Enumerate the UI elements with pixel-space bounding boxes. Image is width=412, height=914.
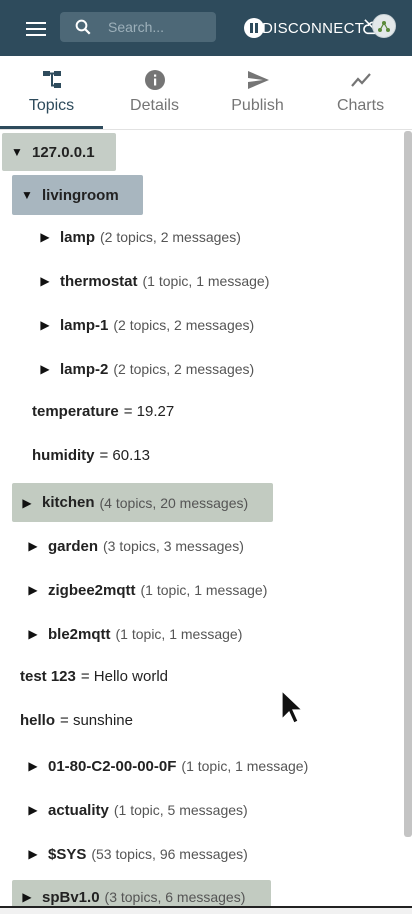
expand-arrow-icon[interactable]: ▶ [18,759,48,773]
node-name: lamp [60,228,96,246]
tree-node-hello[interactable]: hello = sunshine [20,700,133,740]
send-icon [248,71,269,89]
tree-node-lamp-2[interactable]: ▶ lamp-2 (2 topics, 2 messages) [30,349,254,389]
node-meta: (2 topics, 2 messages) [100,229,241,245]
tree-node-humidity[interactable]: humidity = 60.13 [32,435,150,475]
node-name: garden [48,537,99,555]
pause-icon [244,18,264,38]
search-icon [75,19,91,35]
avatar[interactable] [372,14,396,38]
node-meta: (2 topics, 2 messages) [113,361,255,377]
disconnect-label: DISCONNECT [262,19,365,37]
node-name: lamp-2 [60,360,109,378]
info-icon [145,70,165,90]
node-meta: (53 topics, 96 messages) [91,846,248,862]
expand-arrow-icon[interactable]: ▶ [18,583,48,597]
mouse-cursor-icon [281,690,304,724]
chart-line-icon [351,73,371,87]
node-value: = 19.27 [123,402,175,420]
node-value: = Hello world [80,667,168,685]
tree-node-garden[interactable]: ▶ garden (3 topics, 3 messages) [18,526,244,566]
expand-arrow-icon[interactable]: ▶ [12,890,42,904]
node-meta: (1 topic, 1 message) [142,273,270,289]
tree-node-temperature[interactable]: temperature = 19.27 [32,391,174,431]
node-meta: (4 topics, 20 messages) [99,494,249,511]
tab-indicator [0,126,103,129]
tab-details-label: Details [130,97,179,114]
node-name: livingroom [42,186,119,204]
tab-details[interactable]: Details [103,56,206,129]
app-bar: DISCONNECT [0,0,412,56]
search-box[interactable] [60,12,216,42]
tab-topics[interactable]: Topics [0,56,103,129]
node-name: humidity [32,446,95,464]
node-name: ble2mqtt [48,625,111,643]
tree-node-actuality[interactable]: ▶ actuality (1 topic, 5 messages) [18,790,248,830]
node-meta: (2 topics, 2 messages) [113,317,255,333]
expand-arrow-icon[interactable]: ▼ [2,145,32,159]
search-input[interactable] [108,17,208,37]
node-name: spBv1.0 [42,888,100,906]
network-icon [378,21,390,32]
topics-tree-icon [43,71,61,88]
scrollbar[interactable] [404,131,412,837]
tree-node-127-0-0-1[interactable]: ▼ 127.0.0.1 [2,133,116,171]
node-name: thermostat [60,272,138,290]
tree-node-lamp[interactable]: ▶ lamp (2 topics, 2 messages) [30,217,241,257]
tab-publish-label: Publish [231,97,284,114]
node-value: = 60.13 [99,446,150,464]
node-meta: (1 topic, 1 message) [140,582,268,598]
node-meta: (1 topic, 1 message) [115,626,243,642]
expand-arrow-icon[interactable]: ▶ [30,318,60,332]
tree-node-kitchen[interactable]: ▶ kitchen (4 topics, 20 messages) [12,483,273,522]
expand-arrow-icon[interactable]: ▼ [12,188,42,202]
node-name: 01-80-C2-00-00-0F [48,757,177,775]
tree-node-livingroom[interactable]: ▼ livingroom [12,175,143,215]
node-meta: (1 topic, 1 message) [181,758,309,774]
node-name: zigbee2mqtt [48,581,136,599]
tree-node-test-123[interactable]: test 123 = Hello world [20,656,168,696]
expand-arrow-icon[interactable]: ▶ [12,496,42,510]
tab-publish[interactable]: Publish [206,56,309,129]
node-name: lamp-1 [60,316,109,334]
node-meta: (1 topic, 5 messages) [113,802,248,818]
tab-charts[interactable]: Charts [309,56,412,129]
tree-node-sys[interactable]: ▶ $SYS (53 topics, 96 messages) [18,834,248,874]
node-name: hello [20,711,56,729]
expand-arrow-icon[interactable]: ▶ [30,362,60,376]
menu-icon[interactable] [26,18,48,36]
tab-charts-label: Charts [336,97,385,114]
node-name: $SYS [48,845,87,863]
bottom-edge [0,906,412,914]
expand-arrow-icon[interactable]: ▶ [18,539,48,553]
tree-node-zigbee2mqtt[interactable]: ▶ zigbee2mqtt (1 topic, 1 message) [18,570,267,610]
tree-node-ble2mqtt[interactable]: ▶ ble2mqtt (1 topic, 1 message) [18,614,242,654]
expand-arrow-icon[interactable]: ▶ [30,230,60,244]
expand-arrow-icon[interactable]: ▶ [18,627,48,641]
tree-node-thermostat[interactable]: ▶ thermostat (1 topic, 1 message) [30,261,269,301]
node-name: test 123 [20,667,76,685]
node-name: 127.0.0.1 [32,143,95,161]
node-name: actuality [48,801,109,819]
expand-arrow-icon[interactable]: ▶ [18,847,48,861]
topic-tree: ▼ 127.0.0.1 ▼ livingroom ▶ lamp (2 topic… [0,131,412,914]
expand-arrow-icon[interactable]: ▶ [18,803,48,817]
tab-bar: Topics Details Publish Charts [0,56,412,130]
tree-node-lamp-1[interactable]: ▶ lamp-1 (2 topics, 2 messages) [30,305,254,345]
node-name: kitchen [42,494,95,511]
tab-topics-label: Topics [28,97,75,114]
node-meta: (3 topics, 6 messages) [104,889,246,905]
disconnect-button[interactable]: DISCONNECT [244,16,364,40]
expand-arrow-icon[interactable]: ▶ [30,274,60,288]
node-value: = sunshine [60,711,133,729]
tree-node-01-80-c2-00-00-0f[interactable]: ▶ 01-80-C2-00-00-0F (1 topic, 1 message) [18,746,308,786]
node-meta: (3 topics, 3 messages) [103,538,244,554]
node-name: temperature [32,402,119,420]
